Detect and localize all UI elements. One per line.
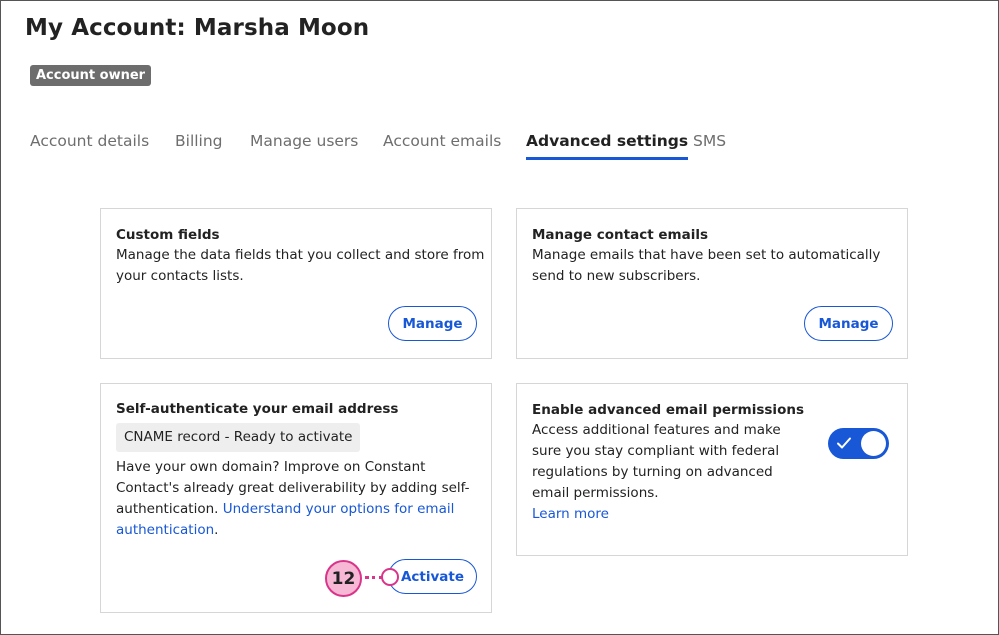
- learn-more-link[interactable]: Learn more: [532, 504, 609, 525]
- self-authenticate-title: Self-authenticate your email address: [116, 401, 399, 417]
- advanced-email-permissions-description: Access additional features and make sure…: [532, 422, 781, 501]
- advanced-email-permissions-card: Enable advanced email permissions Access…: [516, 383, 908, 556]
- tab-advanced-settings[interactable]: Advanced settings: [526, 132, 689, 160]
- tab-sms[interactable]: SMS: [693, 132, 726, 150]
- custom-fields-card: Custom fields Manage the data fields tha…: [100, 208, 492, 359]
- tab-billing[interactable]: Billing: [175, 132, 223, 150]
- toggle-knob: [861, 431, 886, 456]
- self-authenticate-card: Self-authenticate your email address CNA…: [100, 383, 492, 613]
- cname-status-chip: CNAME record - Ready to activate: [116, 423, 361, 452]
- account-owner-badge: Account owner: [30, 65, 152, 86]
- checkmark-icon: [837, 437, 851, 449]
- advanced-email-permissions-title: Enable advanced email permissions: [532, 402, 804, 418]
- tab-account-emails[interactable]: Account emails: [383, 132, 501, 150]
- step-target-marker: [381, 568, 399, 586]
- manage-contact-emails-manage-button[interactable]: Manage: [804, 306, 893, 341]
- self-authenticate-description: Have your own domain? Improve on Constan…: [116, 459, 470, 538]
- step-number-badge: 12: [325, 560, 362, 597]
- custom-fields-description: Manage the data fields that you collect …: [116, 247, 485, 284]
- tab-account-details[interactable]: Account details: [30, 132, 149, 150]
- custom-fields-manage-button[interactable]: Manage: [388, 306, 477, 341]
- activate-button[interactable]: Activate: [388, 559, 477, 594]
- custom-fields-title: Custom fields: [116, 227, 220, 243]
- manage-contact-emails-card: Manage contact emails Manage emails that…: [516, 208, 908, 359]
- manage-contact-emails-description: Manage emails that have been set to auto…: [532, 247, 881, 284]
- advanced-permissions-toggle[interactable]: [828, 428, 889, 459]
- tab-manage-users[interactable]: Manage users: [250, 132, 358, 150]
- manage-contact-emails-title: Manage contact emails: [532, 227, 709, 243]
- page-title: My Account: Marsha Moon: [25, 15, 370, 41]
